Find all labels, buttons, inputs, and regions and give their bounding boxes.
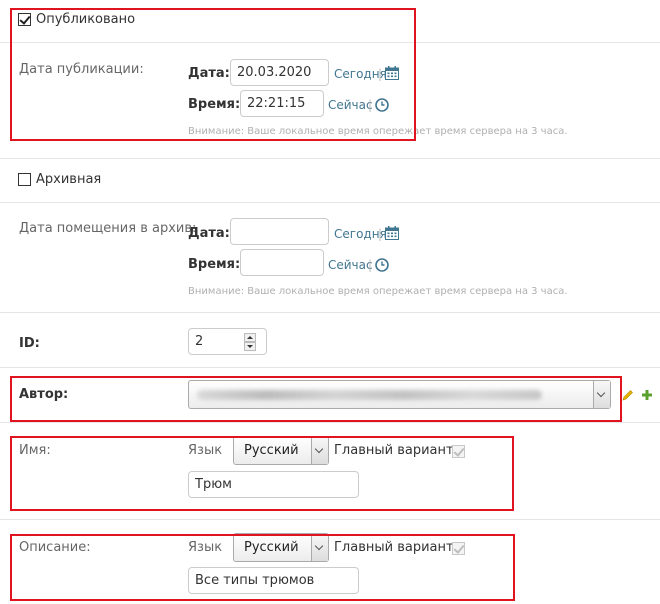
edit-pencil-icon[interactable] <box>622 389 634 401</box>
divider <box>0 422 660 423</box>
timezone-help-text: Внимание: Ваше локальное время опережает… <box>188 286 568 297</box>
separator: | <box>378 227 383 241</box>
archive-now-link[interactable]: Сейчас <box>328 258 373 272</box>
clock-icon[interactable] <box>375 258 389 272</box>
archive-checkbox-label: Архивная <box>36 172 102 187</box>
archive-checkbox[interactable] <box>18 173 31 186</box>
archive-time-input[interactable] <box>240 249 324 276</box>
add-plus-icon[interactable] <box>641 389 653 401</box>
archive-date-input[interactable] <box>230 218 329 245</box>
divider <box>0 312 660 313</box>
divider <box>0 367 660 368</box>
divider <box>0 519 660 520</box>
archive-date-label: Дата помещения в архив: <box>19 221 197 236</box>
description-highlight-box <box>10 534 515 601</box>
calendar-icon[interactable] <box>385 226 399 240</box>
archive-date-field-label: Дата: <box>188 226 230 241</box>
id-label: ID: <box>19 336 40 351</box>
separator: | <box>368 258 373 272</box>
archive-time-field-label: Время: <box>188 257 241 272</box>
author-highlight-box <box>10 376 622 422</box>
published-highlight-box <box>10 8 416 141</box>
divider <box>0 202 660 203</box>
divider <box>0 158 660 159</box>
name-highlight-box <box>10 436 514 511</box>
spinner-arrows-icon[interactable] <box>244 333 256 351</box>
